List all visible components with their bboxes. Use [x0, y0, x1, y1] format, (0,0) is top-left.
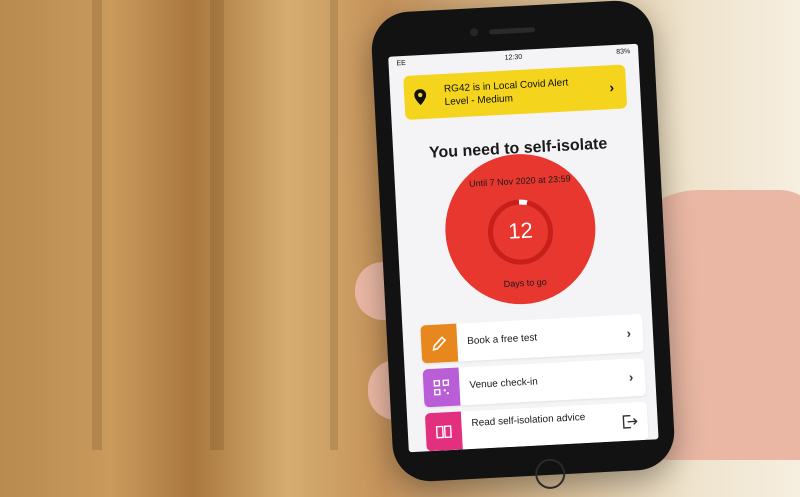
front-camera	[469, 28, 479, 37]
phone: EE 12:30 83% RG42 is in Local Covid Aler…	[369, 0, 677, 490]
action-icon-tile	[420, 323, 459, 364]
alert-level-text: RG42 is in Local Covid Alert Level - Med…	[443, 77, 569, 108]
action-label: Read self-isolation advice	[471, 411, 586, 429]
external-link-icon	[622, 414, 638, 429]
read-self-isolation-advice-button[interactable]: Read self-isolation advice	[424, 401, 649, 452]
wall-plank-shadow	[92, 0, 102, 450]
action-icon-tile	[422, 367, 461, 408]
qr-code-icon	[433, 379, 450, 396]
action-label: Book a free test	[466, 332, 538, 348]
action-label: Venue check-in	[469, 376, 539, 391]
wall-plank-shadow	[210, 0, 224, 450]
alert-level-banner[interactable]: RG42 is in Local Covid Alert Level - Med…	[403, 64, 628, 120]
chevron-right-icon: ›	[628, 369, 634, 385]
earpiece	[488, 27, 536, 35]
days-remaining-count: 12	[507, 217, 534, 244]
chevron-right-icon: ›	[608, 79, 615, 96]
chevron-right-icon: ›	[626, 325, 632, 341]
action-icon-tile	[424, 411, 463, 452]
pencil-icon	[432, 336, 447, 351]
venue-check-in-button[interactable]: Venue check-in ›	[422, 357, 647, 408]
battery-level: 83%	[616, 48, 631, 56]
book-icon	[435, 425, 452, 439]
wall-plank-shadow	[330, 0, 338, 450]
phone-screen: EE 12:30 83% RG42 is in Local Covid Aler…	[388, 43, 659, 453]
location-pin-icon	[414, 89, 427, 106]
book-free-test-button[interactable]: Book a free test ›	[420, 313, 644, 364]
home-button[interactable]	[534, 458, 566, 490]
